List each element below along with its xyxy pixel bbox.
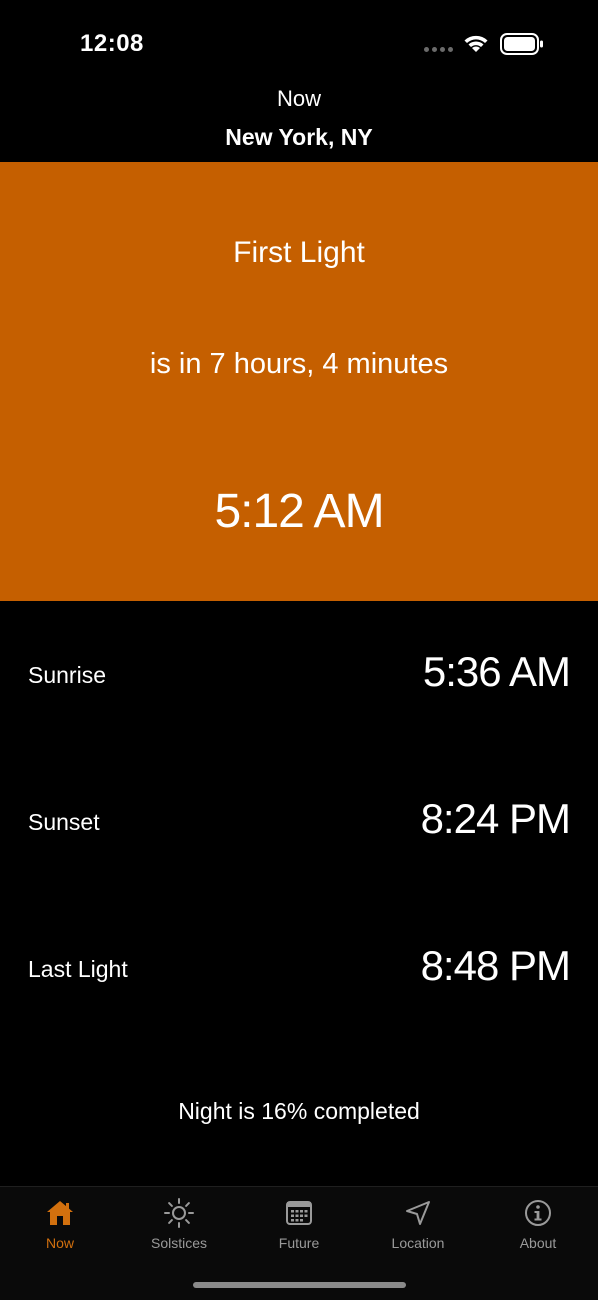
row-label: Sunrise [28,662,106,688]
info-icon [525,1200,551,1226]
row-label: Sunset [28,809,100,835]
tab-about[interactable]: About [478,1197,598,1257]
wifi-icon [464,35,488,52]
home-indicator[interactable] [193,1282,406,1288]
tab-location[interactable]: Location [358,1197,478,1257]
sunrise-row: Sunrise 5:36 AM [0,646,598,706]
next-event-name: First Light [233,236,365,269]
tab-label: Solstices [150,1235,208,1251]
sunset-row: Sunset 8:24 PM [0,793,598,853]
tab-label: Now [45,1235,74,1251]
next-event-countdown: is in 7 hours, 4 minutes [149,348,449,380]
header-subtitle: Now [276,86,321,111]
next-event-panel: First Light is in 7 hours, 4 minutes 5:1… [0,162,598,601]
app-screen: 12:08 Now New York, NY First Light is in… [0,0,598,1300]
location-title: New York, NY [225,124,373,150]
row-value: 5:36 AM [422,648,571,695]
night-progress-text: Night is 16% completed [178,1098,420,1124]
tab-now[interactable]: Now [0,1197,120,1257]
row-value: 8:24 PM [420,795,571,842]
tab-future[interactable]: Future [239,1197,359,1257]
tab-solstices[interactable]: Solstices [119,1197,239,1257]
sun-icon [164,1198,194,1228]
row-label: Last Light [28,956,128,982]
calendar-icon [286,1201,312,1225]
last-light-row: Last Light 8:48 PM [0,940,598,1000]
status-time: 12:08 [80,30,144,57]
row-value: 8:48 PM [420,942,571,989]
tab-label: Location [391,1235,445,1251]
house-icon [47,1201,73,1225]
tab-label: Future [278,1235,320,1251]
location-arrow-icon [406,1201,430,1225]
cellular-signal-icon [424,47,453,52]
tab-label: About [519,1235,557,1251]
next-event-time: 5:12 AM [214,485,384,538]
status-bar: 12:08 [0,0,598,88]
battery-icon [500,33,543,55]
